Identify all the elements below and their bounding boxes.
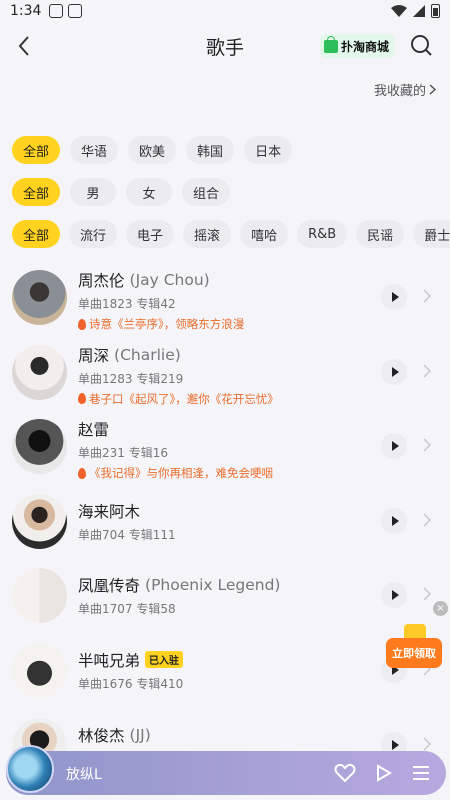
- genre-filter-row: 全部 流行 电子 摇滚 嘻哈 R&B 民谣 爵士: [12, 220, 450, 248]
- play-icon: [391, 292, 399, 302]
- heart-icon[interactable]: [334, 763, 356, 783]
- chip-genre-jazz[interactable]: 爵士: [413, 220, 450, 248]
- chip-gender-group[interactable]: 组合: [182, 178, 231, 206]
- artist-row[interactable]: 凤凰传奇 (Phoenix Legend) 单曲1707 专辑58: [0, 560, 450, 635]
- shop-button[interactable]: 扑淘商城: [320, 34, 396, 58]
- chevron-right-icon[interactable]: [423, 587, 431, 601]
- artist-description: 巷子口《起风了》，邂你《花开忘忧》: [89, 391, 279, 406]
- artist-english-name: (Charlie): [114, 345, 181, 364]
- chip-region-western[interactable]: 欧美: [128, 136, 177, 164]
- play-icon[interactable]: [376, 764, 392, 782]
- region-filter-row: 全部 华语 欧美 韩国 日本: [12, 136, 293, 164]
- artist-row[interactable]: 海来阿木 单曲704 专辑111: [0, 486, 450, 561]
- artist-stats: 单曲1823 专辑42: [78, 297, 176, 311]
- play-button[interactable]: [381, 433, 407, 460]
- artist-stats: 单曲1707 专辑58: [78, 602, 176, 617]
- chip-region-korean[interactable]: 韩国: [186, 136, 235, 164]
- play-button[interactable]: [381, 358, 407, 385]
- chip-region-chinese[interactable]: 华语: [70, 136, 119, 164]
- favorites-label: 我收藏的: [373, 84, 426, 99]
- avatar: [12, 642, 67, 698]
- battery-icon: [431, 4, 440, 18]
- favorites-link[interactable]: 我收藏的: [374, 80, 436, 99]
- chip-genre-pop[interactable]: 流行: [69, 220, 118, 248]
- play-icon: [391, 739, 399, 750]
- notification-icon: [49, 4, 64, 18]
- play-icon: [391, 515, 399, 526]
- artist-english-name: (Jay Chou): [129, 271, 210, 289]
- artist-row[interactable]: 周杰伦 (Jay Chou) 单曲1823 专辑42 诗意《兰亭序》，领略东方浪漫: [0, 262, 450, 337]
- chip-region-all[interactable]: 全部: [12, 136, 61, 164]
- chevron-right-icon[interactable]: [423, 513, 431, 527]
- artist-stats: 单曲1283 专辑219: [78, 371, 184, 386]
- app-notification-icon: [68, 4, 83, 18]
- chevron-right-icon[interactable]: [423, 289, 431, 303]
- gender-filter-row: 全部 男 女 组合: [12, 178, 231, 206]
- play-icon: [391, 590, 399, 601]
- chip-genre-rock[interactable]: 摇滚: [183, 220, 232, 248]
- avatar: [12, 270, 67, 325]
- artist-name: 周深: [78, 346, 110, 365]
- avatar: [12, 344, 67, 400]
- artist-name: 林俊杰: [78, 726, 125, 745]
- avatar: [12, 568, 67, 624]
- flame-icon: [78, 467, 86, 479]
- artist-stats: 单曲1676 专辑410: [78, 676, 184, 691]
- avatar: [12, 419, 67, 475]
- chip-genre-hiphop[interactable]: 嘻哈: [240, 220, 289, 248]
- artist-name: 周杰伦: [78, 272, 125, 290]
- chip-genre-electronic[interactable]: 电子: [126, 220, 175, 248]
- wifi-icon: [391, 5, 407, 17]
- artist-name: 海来阿木: [78, 502, 141, 521]
- search-icon: [411, 35, 432, 56]
- playlist-icon[interactable]: [411, 764, 431, 782]
- chevron-right-icon[interactable]: [423, 737, 431, 751]
- artist-row[interactable]: 周深 (Charlie) 单曲1283 专辑219 巷子口《起风了》，邂你《花开忘…: [0, 337, 450, 412]
- chip-genre-folk[interactable]: 民谣: [356, 220, 405, 248]
- flame-icon: [78, 393, 86, 405]
- artist-list: 周杰伦 (Jay Chou) 单曲1823 专辑42 诗意《兰亭序》，领略东方浪漫…: [0, 262, 450, 784]
- header: 歌手 扑淘商城: [0, 26, 450, 66]
- status-time: 1:34: [10, 3, 42, 19]
- artist-description: 诗意《兰亭序》，领略东方浪漫: [89, 317, 245, 331]
- chevron-right-icon[interactable]: [423, 364, 431, 378]
- chip-region-japanese[interactable]: 日本: [244, 136, 293, 164]
- artist-name: 赵雷: [78, 421, 110, 440]
- chip-genre-all[interactable]: 全部: [12, 220, 61, 248]
- now-playing-title: 放纵L: [66, 767, 102, 783]
- artist-stats: 单曲704 专辑111: [78, 527, 176, 542]
- flame-icon: [78, 318, 86, 330]
- signal-icon: [413, 5, 425, 17]
- artist-stats: 单曲231 专辑16: [78, 446, 168, 461]
- artist-row[interactable]: 半吨兄弟 已入驻 单曲1676 专辑410: [0, 635, 450, 710]
- chip-gender-male[interactable]: 男: [70, 178, 117, 206]
- chip-genre-rnb[interactable]: R&B: [297, 220, 348, 248]
- promo-close-button[interactable]: ×: [433, 601, 448, 616]
- chevron-right-icon: [429, 84, 436, 95]
- shopping-bag-icon: [324, 35, 338, 53]
- album-cover[interactable]: [6, 745, 54, 793]
- promo-label: 立即领取: [386, 638, 442, 668]
- search-button[interactable]: [408, 32, 436, 60]
- shop-label: 扑淘商城: [341, 39, 390, 54]
- avatar: [12, 493, 67, 549]
- settled-badge: 已入驻: [145, 651, 184, 669]
- status-bar: 1:34: [0, 0, 450, 22]
- artist-description: 《我记得》与你再相逢，难免会哽咽: [89, 466, 273, 481]
- play-button[interactable]: [381, 284, 407, 310]
- play-button[interactable]: [381, 507, 407, 534]
- artist-name: 半吨兄弟: [78, 651, 141, 670]
- chip-gender-female[interactable]: 女: [126, 178, 173, 206]
- artist-name: 凤凰传奇: [78, 577, 141, 596]
- chevron-right-icon[interactable]: [423, 438, 431, 452]
- play-icon: [391, 441, 399, 452]
- play-icon: [391, 366, 399, 377]
- artist-row[interactable]: 赵雷 单曲231 专辑16 《我记得》与你再相逢，难免会哽咽: [0, 411, 450, 486]
- artist-english-name: (Phoenix Legend): [145, 576, 281, 595]
- chip-gender-all[interactable]: 全部: [12, 178, 61, 206]
- promo-banner[interactable]: 立即领取: [386, 624, 442, 668]
- play-button[interactable]: [381, 582, 407, 609]
- artist-english-name: (JJ): [129, 725, 151, 744]
